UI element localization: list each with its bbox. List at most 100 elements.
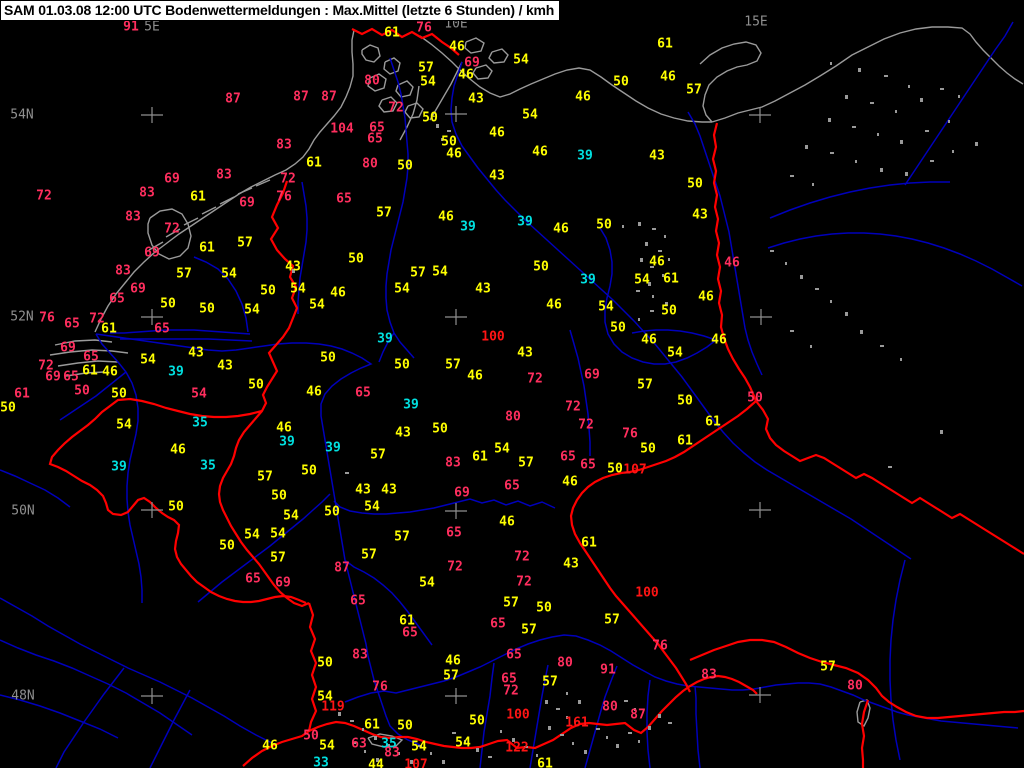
station-value: 80 (847, 678, 863, 694)
station-value: 44 (368, 757, 384, 768)
station-value: 57 (410, 265, 426, 281)
station-value: 46 (330, 285, 346, 301)
station-value: 46 (649, 254, 665, 270)
station-value: 65 (245, 571, 261, 587)
title-bar: SAM 01.03.08 12:00 UTC Bodenwettermeldun… (0, 0, 561, 21)
station-value: 83 (352, 647, 368, 663)
station-value: 83 (139, 185, 155, 201)
station-value: 50 (687, 176, 703, 192)
station-value: 54 (419, 575, 435, 591)
station-value: 72 (388, 100, 404, 116)
station-value: 76 (622, 426, 638, 442)
station-value: 43 (355, 482, 371, 498)
station-value: 61 (657, 36, 673, 52)
station-value: 65 (560, 449, 576, 465)
station-value: 43 (563, 556, 579, 572)
station-value: 39 (325, 440, 341, 456)
station-value: 69 (45, 369, 61, 385)
station-value: 54 (522, 107, 538, 123)
station-value: 72 (280, 171, 296, 187)
station-value: 50 (248, 377, 264, 393)
station-value: 46 (546, 297, 562, 313)
longitude-label: 5E (144, 19, 160, 35)
station-value: 72 (514, 549, 530, 565)
station-value: 83 (276, 137, 292, 153)
station-value: 65 (402, 625, 418, 641)
station-value: 54 (420, 74, 436, 90)
station-value: 54 (411, 739, 427, 755)
station-value: 83 (115, 263, 131, 279)
station-value: 91 (123, 19, 139, 35)
station-value: 100 (506, 707, 530, 723)
station-value: 161 (565, 715, 589, 731)
station-value: 61 (306, 155, 322, 171)
station-value: 57 (270, 550, 286, 566)
station-value: 100 (481, 329, 505, 345)
station-value: 63 (351, 736, 367, 752)
station-value: 50 (199, 301, 215, 317)
station-value: 46 (532, 144, 548, 160)
station-value: 39 (577, 148, 593, 164)
station-value: 54 (364, 499, 380, 515)
station-value: 50 (613, 74, 629, 90)
latitude-label: 54N (10, 107, 34, 123)
station-value: 50 (348, 251, 364, 267)
station-value: 57 (686, 82, 702, 98)
station-value: 46 (170, 442, 186, 458)
station-value: 61 (190, 189, 206, 205)
station-value: 50 (677, 393, 693, 409)
station-value: 69 (130, 281, 146, 297)
station-value: 39 (377, 331, 393, 347)
station-value: 72 (447, 559, 463, 575)
station-value: 43 (381, 482, 397, 498)
station-value: 54 (221, 266, 237, 282)
map-overlay: 5E 10E 15E 54N 52N 50N 48N 91 87 72 69 83 83 61 69 61 76… (0, 0, 1024, 768)
station-value: 87 (630, 707, 646, 723)
station-value: 54 (309, 297, 325, 313)
station-value: 50 (432, 421, 448, 437)
station-value: 46 (102, 364, 118, 380)
station-value: 46 (445, 653, 461, 669)
station-value: 46 (458, 67, 474, 83)
station-value: 100 (635, 585, 659, 601)
station-value: 61 (663, 271, 679, 287)
station-value: 46 (698, 289, 714, 305)
longitude-label: 15E (744, 14, 768, 30)
station-value: 50 (219, 538, 235, 554)
station-value: 80 (557, 655, 573, 671)
station-value: 80 (602, 699, 618, 715)
station-value: 50 (607, 461, 623, 477)
station-value: 54 (244, 527, 260, 543)
station-value: 50 (303, 728, 319, 744)
station-value: 50 (536, 600, 552, 616)
station-value: 46 (553, 221, 569, 237)
station-value: 65 (490, 616, 506, 632)
station-value: 43 (475, 281, 491, 297)
station-value: 57 (445, 357, 461, 373)
station-value: 65 (63, 369, 79, 385)
station-value: 57 (637, 377, 653, 393)
station-value: 65 (109, 291, 125, 307)
station-value: 65 (580, 457, 596, 473)
station-value: 65 (506, 647, 522, 663)
station-value: 69 (144, 245, 160, 261)
station-value: 43 (489, 168, 505, 184)
station-value: 54 (116, 417, 132, 433)
station-value: 50 (397, 158, 413, 174)
station-value: 46 (467, 368, 483, 384)
station-value: 54 (513, 52, 529, 68)
station-value: 76 (652, 638, 668, 654)
station-value: 57 (361, 547, 377, 563)
station-value: 65 (446, 525, 462, 541)
station-value: 72 (36, 188, 52, 204)
station-value: 57 (394, 529, 410, 545)
station-value: 46 (306, 384, 322, 400)
station-value: 57 (443, 668, 459, 684)
station-value: 46 (660, 69, 676, 85)
station-value: 57 (820, 659, 836, 675)
station-value: 72 (565, 399, 581, 415)
station-value: 122 (505, 740, 529, 756)
station-value: 54 (140, 352, 156, 368)
latitude-label: 48N (11, 688, 35, 704)
station-value: 65 (154, 321, 170, 337)
